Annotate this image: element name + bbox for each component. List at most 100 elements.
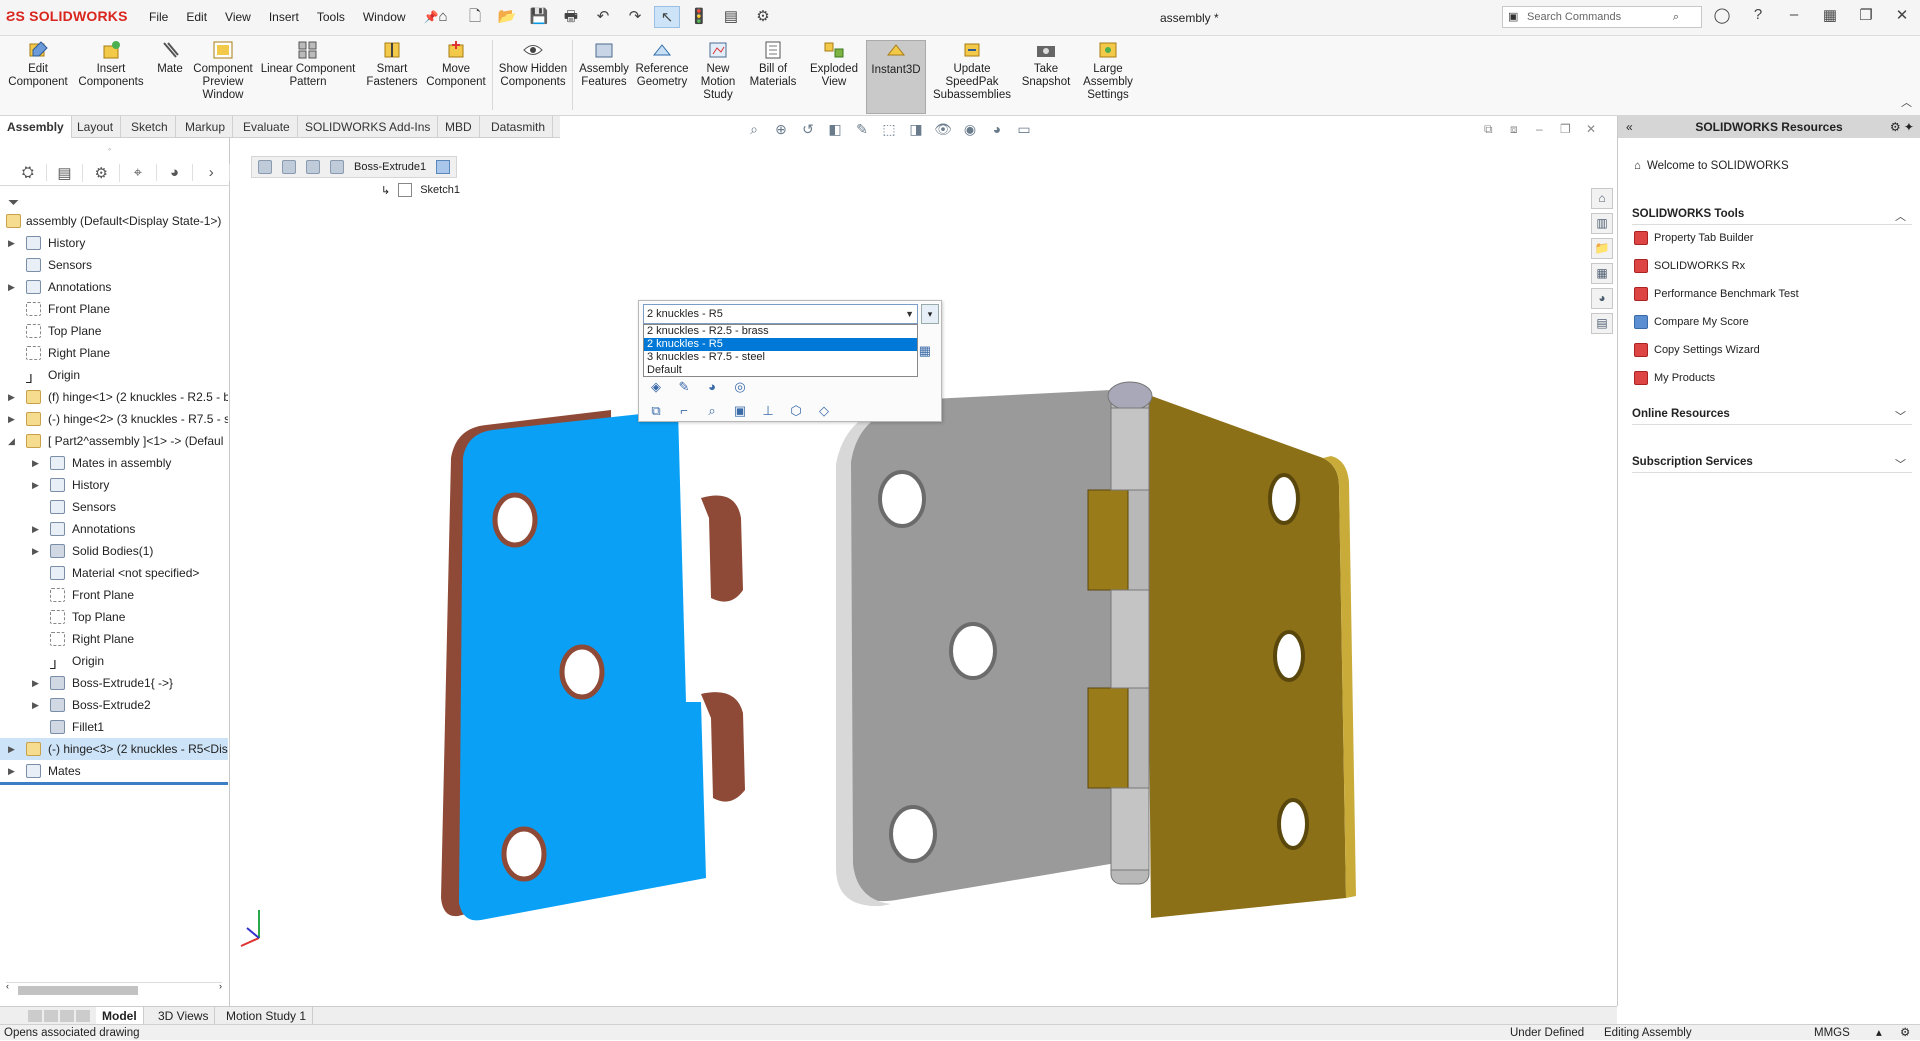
menu-edit[interactable]: Edit bbox=[177, 10, 216, 24]
tree-item-part2[interactable]: ◢[ Part2^assembly ]<1> -> (Defaul bbox=[0, 430, 228, 452]
previous-view-icon[interactable]: ↺ bbox=[798, 120, 818, 138]
tab-sketch[interactable]: Sketch bbox=[124, 116, 176, 138]
zoom-to-fit-icon[interactable]: ⌕ bbox=[744, 120, 764, 138]
tree-item-fillet1[interactable]: Fillet1 bbox=[0, 716, 228, 738]
tree-item-solid-bodies[interactable]: ▶ Solid Bodies(1) bbox=[0, 540, 228, 562]
new-motion-study-button[interactable]: New Motion Study bbox=[694, 40, 742, 102]
config-option-highlighted[interactable]: 2 knuckles - R5 bbox=[644, 338, 917, 351]
expand-arrow-icon[interactable]: ▶ bbox=[32, 518, 39, 540]
expand-arrow-icon[interactable]: ▶ bbox=[8, 276, 15, 298]
normal-to-icon[interactable]: ⊥ bbox=[759, 403, 777, 419]
mdi-minimize-icon[interactable]: – bbox=[1536, 122, 1543, 136]
display-manager-tab-icon[interactable]: ◕ bbox=[157, 164, 194, 181]
subscription-services-heading[interactable]: Subscription Services ﹀ bbox=[1632, 456, 1912, 473]
tree-horizontal-scrollbar[interactable]: ‹ › bbox=[6, 981, 222, 996]
print-icon[interactable]: 🖶 bbox=[558, 6, 584, 28]
rebuild-icon[interactable]: 🚦 bbox=[686, 6, 712, 28]
collapse-ribbon-icon[interactable]: ︿ bbox=[1901, 94, 1912, 110]
appearances-icon[interactable]: ◕ bbox=[1591, 288, 1613, 309]
tree-item-material[interactable]: Material <not specified> bbox=[0, 562, 228, 584]
tab-motion-study-1[interactable]: Motion Study 1 bbox=[220, 1007, 314, 1025]
expand-arrow-icon[interactable]: ▶ bbox=[8, 232, 15, 254]
graphics-area[interactable]: Boss-Extrude1 ↳ Sketch1 2 knuckles - R5 … bbox=[231, 138, 1615, 1006]
tree-item-hinge-2[interactable]: ▶ (-) hinge<2> (3 knuckles - R7.5 - s bbox=[0, 408, 228, 430]
configuration-manager-tab-icon[interactable]: ⚙ bbox=[83, 163, 121, 182]
mdi-cascade-icon[interactable]: ⧈ bbox=[1510, 122, 1518, 137]
user-account-icon[interactable]: ◯ bbox=[1704, 6, 1740, 24]
chevron-down-icon[interactable]: ▼ bbox=[905, 305, 914, 323]
chevron-up-icon[interactable]: ︿ bbox=[1895, 208, 1906, 224]
compare-my-score-link[interactable]: Compare My Score bbox=[1634, 315, 1749, 329]
menu-file[interactable]: File bbox=[140, 10, 177, 24]
chevron-down-icon[interactable]: ﹀ bbox=[1895, 456, 1906, 472]
dimxpert-tab-icon[interactable]: ⌖ bbox=[120, 164, 157, 181]
expand-arrow-icon[interactable]: ▶ bbox=[8, 386, 15, 408]
update-speedpak-button[interactable]: Update SpeedPak Subassemblies bbox=[932, 40, 1012, 102]
tab-layout[interactable]: Layout bbox=[70, 116, 122, 138]
panel-grip[interactable]: ◦ bbox=[108, 144, 111, 154]
help-icon[interactable]: ? bbox=[1740, 6, 1776, 24]
restore-icon[interactable]: ❐ bbox=[1848, 6, 1884, 24]
mate-button[interactable]: Mate bbox=[152, 40, 188, 76]
display-states-icon[interactable]: ◎ bbox=[731, 379, 749, 395]
brass-hinge-leaf[interactable] bbox=[1146, 394, 1356, 918]
tab-model[interactable]: Model bbox=[96, 1007, 144, 1025]
collapse-arrow-icon[interactable]: ◢ bbox=[8, 430, 15, 452]
custom-properties-icon[interactable]: ▤ bbox=[1591, 313, 1613, 334]
performance-benchmark-link[interactable]: Performance Benchmark Test bbox=[1634, 287, 1799, 301]
file-properties-icon[interactable]: ▤ bbox=[718, 6, 744, 28]
view-palette-icon[interactable]: ▦ bbox=[1591, 263, 1613, 284]
apply-scene-icon[interactable]: ◕ bbox=[987, 120, 1007, 138]
tree-item-top-plane[interactable]: Top Plane bbox=[0, 320, 228, 342]
assembly-features-button[interactable]: Assembly Features bbox=[576, 40, 632, 89]
open-folder-icon[interactable]: 📂 bbox=[494, 6, 520, 28]
units-selector[interactable]: MMGS bbox=[1814, 1025, 1850, 1041]
expand-arrow-icon[interactable]: ▶ bbox=[32, 540, 39, 562]
tab-nav-arrows[interactable] bbox=[28, 1010, 90, 1022]
take-snapshot-button[interactable]: Take Snapshot bbox=[1016, 40, 1076, 89]
dynamic-annotation-icon[interactable]: ✎ bbox=[852, 120, 872, 138]
blue-hinge-leaf[interactable] bbox=[441, 410, 745, 921]
tab-assembly[interactable]: Assembly bbox=[0, 116, 72, 138]
tree-item-part-origin[interactable]: ⅃ Origin bbox=[0, 650, 228, 672]
bill-of-materials-button[interactable]: Bill of Materials bbox=[744, 40, 802, 89]
config-option[interactable]: 2 knuckles - R2.5 - brass bbox=[644, 325, 917, 338]
zoom-to-selection-icon[interactable]: ⌕ bbox=[703, 403, 721, 419]
tree-item-front-plane[interactable]: Front Plane bbox=[0, 298, 228, 320]
property-tab-builder-link[interactable]: Property Tab Builder bbox=[1634, 231, 1753, 245]
design-library-icon[interactable]: ▥ bbox=[1591, 213, 1613, 234]
solidworks-logo[interactable]: ƧS SOLIDWORKS bbox=[6, 8, 128, 24]
menu-tools[interactable]: Tools bbox=[308, 10, 354, 24]
copy-settings-wizard-link[interactable]: Copy Settings Wizard bbox=[1634, 343, 1760, 357]
view-orientation-icon[interactable]: ⬚ bbox=[879, 120, 899, 138]
expand-arrow-icon[interactable]: ▶ bbox=[32, 672, 39, 694]
tree-item-part-front-plane[interactable]: Front Plane bbox=[0, 584, 228, 606]
isolate-icon[interactable]: ⌐ bbox=[675, 403, 693, 419]
rollback-bar[interactable] bbox=[0, 782, 228, 785]
expand-arrow-icon[interactable]: ▶ bbox=[8, 738, 15, 760]
tree-item-annotations[interactable]: ▶ Annotations bbox=[0, 276, 228, 298]
units-chevron-icon[interactable]: ▴ bbox=[1876, 1025, 1882, 1041]
tab-addins[interactable]: SOLIDWORKS Add-Ins bbox=[298, 116, 439, 138]
scroll-thumb[interactable] bbox=[18, 986, 138, 995]
tree-item-part-history[interactable]: ▶ History bbox=[0, 474, 228, 496]
search-icon[interactable]: ⌕ bbox=[1673, 7, 1679, 27]
config-option[interactable]: 3 knuckles - R7.5 - steel bbox=[644, 351, 917, 364]
menu-view[interactable]: View bbox=[216, 10, 260, 24]
new-document-icon[interactable]: 🗋 bbox=[462, 6, 488, 28]
view-cube-icon[interactable]: ⬡ bbox=[787, 403, 805, 419]
expand-arrow-icon[interactable]: ▶ bbox=[8, 408, 15, 430]
home-icon[interactable]: ⌂ bbox=[430, 6, 456, 28]
tree-item-part-annotations[interactable]: ▶ Annotations bbox=[0, 518, 228, 540]
mdi-close-icon[interactable]: ✕ bbox=[1586, 122, 1596, 136]
reference-geometry-button[interactable]: Reference Geometry bbox=[634, 40, 690, 89]
linear-component-pattern-button[interactable]: Linear Component Pattern bbox=[260, 40, 356, 89]
exploded-view-button[interactable]: Exploded View bbox=[806, 40, 862, 89]
pane-settings-icon[interactable]: ⚙ ✦ bbox=[1890, 116, 1914, 138]
tree-item-sensors[interactable]: Sensors bbox=[0, 254, 228, 276]
redo-icon[interactable]: ↷ bbox=[622, 6, 648, 28]
expand-arrow-icon[interactable]: ▶ bbox=[32, 694, 39, 716]
configuration-options-button[interactable]: ▾ bbox=[921, 304, 939, 324]
file-explorer-icon[interactable]: 📁 bbox=[1591, 238, 1613, 259]
tree-item-part-top-plane[interactable]: Top Plane bbox=[0, 606, 228, 628]
